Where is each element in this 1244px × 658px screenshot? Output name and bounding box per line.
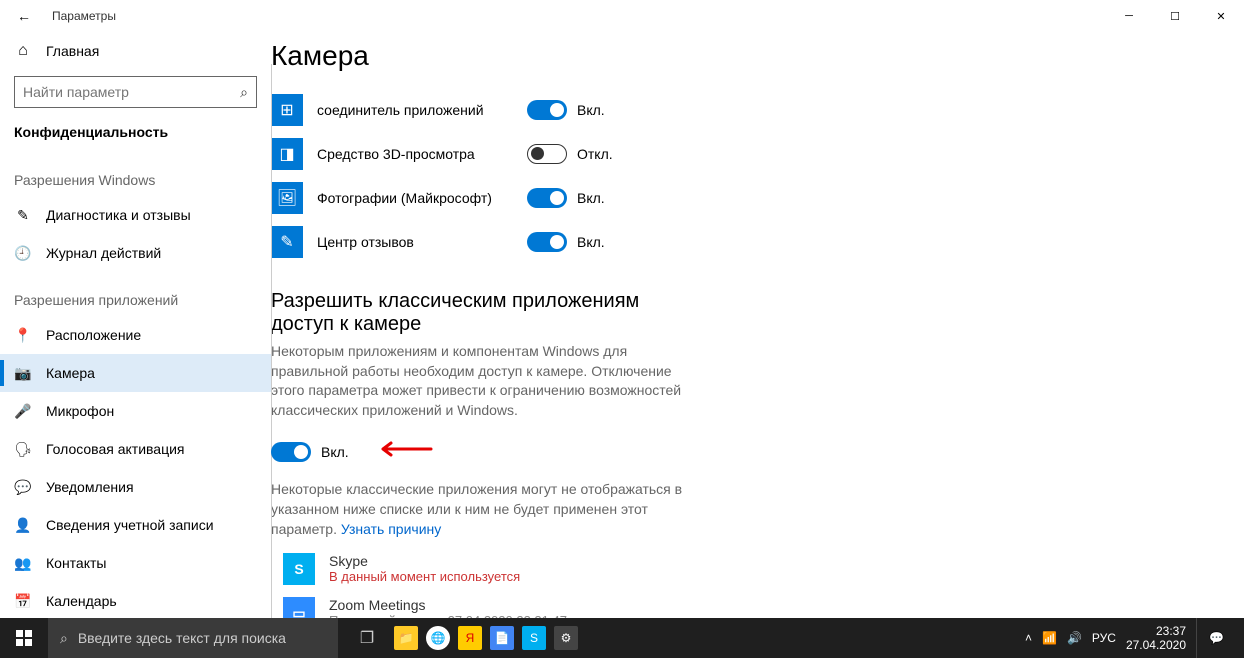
activity-icon: 🕘 (14, 245, 32, 262)
close-button[interactable]: ✕ (1198, 0, 1244, 32)
toggle-label: Откл. (577, 146, 613, 162)
app-row-3dviewer: ◨ Средство 3D-просмотра Откл. (271, 132, 1204, 176)
voice-icon: 🗣 (14, 441, 32, 458)
sidebar-item-activity[interactable]: 🕘 Журнал действий (0, 234, 271, 272)
back-button[interactable]: ← (14, 6, 34, 26)
zoom-icon: ▭ (283, 597, 315, 618)
3dviewer-icon: ◨ (271, 138, 303, 170)
windows-icon (16, 630, 32, 646)
group-windows-permissions: Разрешения Windows (0, 152, 271, 196)
tray-volume-icon[interactable]: 🔊 (1067, 631, 1082, 645)
sidebar-item-label: Журнал действий (46, 245, 161, 261)
toggle-label: Вкл. (321, 444, 349, 460)
calendar-icon: 📅 (14, 593, 32, 610)
camera-icon: 📷 (14, 365, 32, 382)
taskbar-app-skype[interactable]: S (520, 618, 548, 658)
tray-network-icon[interactable]: 📶 (1042, 631, 1057, 645)
sidebar-item-microphone[interactable]: 🎤 Микрофон (0, 392, 271, 430)
sidebar-item-camera[interactable]: 📷 Камера (0, 354, 271, 392)
toggle-photos[interactable] (527, 188, 567, 208)
feedback-icon: ✎ (271, 226, 303, 258)
group-app-permissions: Разрешения приложений (0, 272, 271, 316)
classic-app-name: Zoom Meetings (329, 597, 567, 613)
sidebar-item-label: Контакты (46, 555, 106, 571)
classic-app-zoom: ▭ Zoom Meetings Последний доступ: 27.04.… (271, 597, 1204, 618)
sidebar-item-label: Камера (46, 365, 95, 381)
classic-app-skype: S Skype В данный момент используется (271, 553, 1204, 585)
home-icon: ⌂ (14, 42, 32, 60)
minimize-button[interactable]: ─ (1106, 0, 1152, 32)
classic-section-title: Разрешить классическим приложениям досту… (271, 290, 691, 336)
classic-section-desc: Некоторым приложениям и компонентам Wind… (271, 342, 701, 420)
learn-why-link[interactable]: Узнать причину (341, 521, 441, 537)
app-row-feedback: ✎ Центр отзывов Вкл. (271, 220, 1204, 264)
taskbar-search[interactable]: ⌕ Введите здесь текст для поиска (48, 618, 338, 658)
classic-app-status: В данный момент используется (329, 569, 520, 584)
location-icon: 📍 (14, 327, 32, 344)
notifications-icon: 💬 (14, 479, 32, 496)
taskbar-app-settings[interactable]: ⚙ (552, 618, 580, 658)
toggle-connector[interactable] (527, 100, 567, 120)
start-button[interactable] (0, 618, 48, 658)
sidebar-item-calendar[interactable]: 📅 Календарь (0, 582, 271, 618)
tray-language[interactable]: РУС (1092, 631, 1116, 645)
taskbar-app-docs[interactable]: 📄 (488, 618, 516, 658)
toggle-classic-apps[interactable] (271, 442, 311, 462)
toggle-3dviewer[interactable] (527, 144, 567, 164)
account-icon: 👤 (14, 517, 32, 534)
sidebar-item-label: Расположение (46, 327, 141, 343)
toggle-label: Вкл. (577, 102, 605, 118)
tray-expand-icon[interactable]: ˄ (1025, 631, 1032, 645)
sidebar-item-label: Микрофон (46, 403, 114, 419)
diagnostics-icon: ✎ (14, 207, 32, 224)
tray-clock[interactable]: 23:37 27.04.2020 (1126, 624, 1186, 653)
sidebar-item-label: Голосовая активация (46, 441, 185, 457)
search-icon: ⌕ (240, 84, 248, 101)
app-name: Фотографии (Майкрософт) (317, 190, 527, 206)
sidebar-item-contacts[interactable]: 👥 Контакты (0, 544, 271, 582)
search-icon: ⌕ (60, 630, 68, 647)
search-box[interactable]: ⌕ (14, 76, 257, 108)
sidebar-item-label: Календарь (46, 593, 117, 609)
contacts-icon: 👥 (14, 555, 32, 572)
photos-icon: 🖼 (271, 182, 303, 214)
maximize-button[interactable]: ☐ (1152, 0, 1198, 32)
app-row-photos: 🖼 Фотографии (Майкрософт) Вкл. (271, 176, 1204, 220)
taskbar-app-explorer[interactable]: 📁 (392, 618, 420, 658)
divider (271, 64, 272, 618)
classic-note: Некоторые классические приложения могут … (271, 480, 701, 539)
sidebar-item-label: Диагностика и отзывы (46, 207, 191, 223)
skype-icon: S (283, 553, 315, 585)
taskbar-search-placeholder: Введите здесь текст для поиска (78, 630, 286, 646)
app-name: соединитель приложений (317, 102, 527, 118)
sidebar-item-account[interactable]: 👤 Сведения учетной записи (0, 506, 271, 544)
app-name: Средство 3D-просмотра (317, 146, 527, 162)
toggle-label: Вкл. (577, 190, 605, 206)
sidebar-item-notifications[interactable]: 💬 Уведомления (0, 468, 271, 506)
search-input[interactable] (23, 84, 240, 100)
home-link[interactable]: ⌂ Главная (0, 32, 271, 70)
category-title: Конфиденциальность (0, 114, 271, 152)
classic-app-name: Skype (329, 553, 520, 569)
taskbar-app-yandex[interactable]: Я (456, 618, 484, 658)
page-title: Камера (271, 40, 1204, 72)
sidebar-item-voice[interactable]: 🗣 Голосовая активация (0, 430, 271, 468)
annotation-arrow (373, 438, 433, 466)
app-name: Центр отзывов (317, 234, 527, 250)
connector-icon: ⊞ (271, 94, 303, 126)
sidebar-item-label: Сведения учетной записи (46, 517, 214, 533)
home-label: Главная (46, 43, 99, 59)
sidebar-item-location[interactable]: 📍 Расположение (0, 316, 271, 354)
sidebar-item-label: Уведомления (46, 479, 134, 495)
app-row-connector: ⊞ соединитель приложений Вкл. (271, 88, 1204, 132)
toggle-feedback[interactable] (527, 232, 567, 252)
task-view-button[interactable]: ❐ (346, 618, 388, 658)
microphone-icon: 🎤 (14, 403, 32, 420)
window-title: Параметры (52, 9, 116, 23)
toggle-label: Вкл. (577, 234, 605, 250)
taskbar: ⌕ Введите здесь текст для поиска ❐ 📁 🌐 Я… (0, 618, 1244, 658)
taskbar-app-chrome[interactable]: 🌐 (424, 618, 452, 658)
tray-notifications[interactable]: 💬 (1196, 618, 1236, 658)
sidebar-item-diagnostics[interactable]: ✎ Диагностика и отзывы (0, 196, 271, 234)
